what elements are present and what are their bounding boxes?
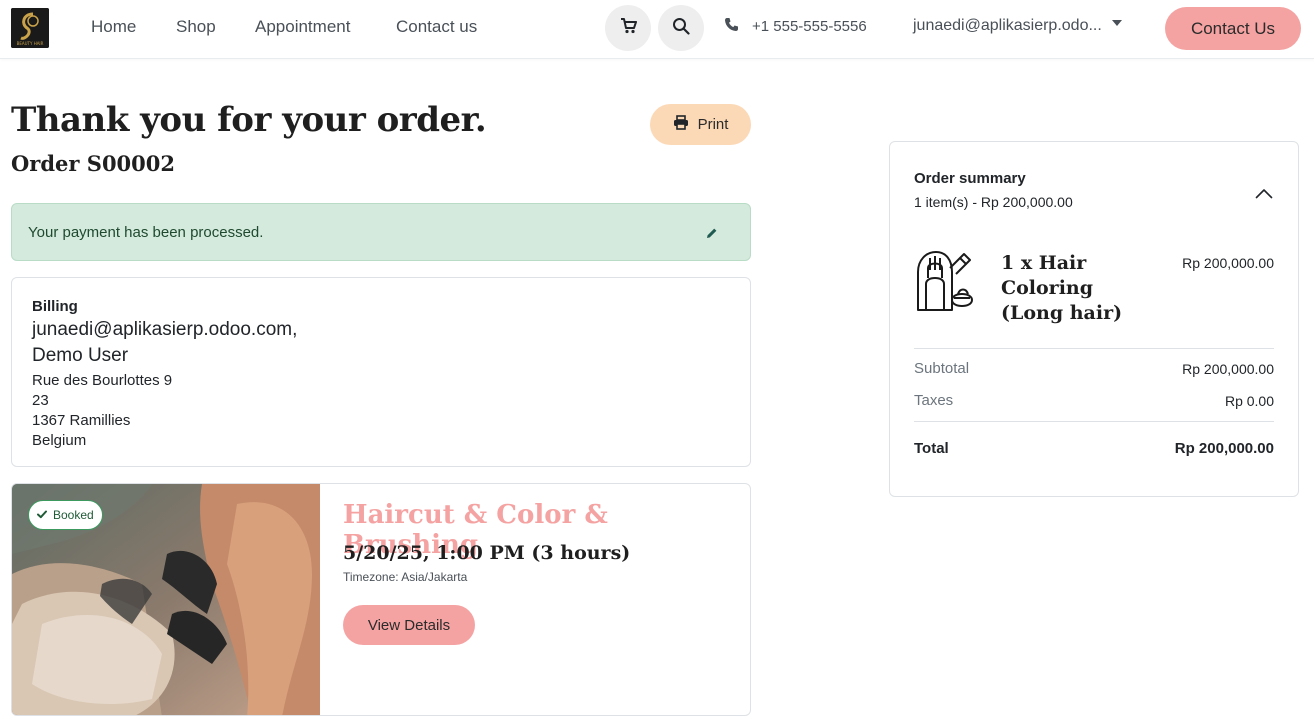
hair-coloring-icon: [914, 250, 978, 319]
subtotal-value: Rp 200,000.00: [1182, 361, 1274, 377]
printer-icon: [673, 115, 689, 134]
appointment-timezone: Timezone: Asia/Jakarta: [343, 570, 468, 584]
phone-link[interactable]: +1 555-555-5556: [724, 17, 867, 36]
billing-city: 1367 Ramillies: [32, 412, 131, 429]
taxes-label: Taxes: [914, 392, 954, 409]
user-dropdown[interactable]: junaedi@aplikasierp.odo...: [913, 17, 1122, 35]
page-title: Thank you for your order.: [11, 100, 487, 140]
summary-heading: Order summary: [914, 170, 1026, 187]
nav-shop[interactable]: Shop: [176, 17, 216, 37]
print-button[interactable]: Print: [650, 104, 751, 145]
total-label: Total: [914, 440, 949, 457]
view-details-button[interactable]: View Details: [343, 605, 475, 645]
order-number: Order S00002: [11, 151, 176, 176]
brand-logo[interactable]: BEAUTY HAIR: [11, 8, 49, 48]
chevron-down-icon: [1111, 20, 1122, 26]
booked-badge: Booked: [28, 500, 103, 530]
billing-heading: Billing: [32, 298, 78, 315]
svg-text:BEAUTY HAIR: BEAUTY HAIR: [17, 41, 44, 46]
taxes-value: Rp 0.00: [1224, 393, 1274, 409]
chevron-up-icon[interactable]: [1255, 186, 1273, 204]
booking-card: Booked Haircut & Color & Brushing 5/20/2…: [11, 483, 751, 716]
payment-alert: Your payment has been processed.: [11, 203, 751, 261]
top-navbar: BEAUTY HAIR Home Shop Appointment Contac…: [0, 0, 1314, 59]
cart-icon: [620, 17, 637, 39]
search-button[interactable]: [658, 5, 704, 51]
billing-card: Billing junaedi@aplikasierp.odoo.com, De…: [11, 277, 751, 467]
order-summary-card: Order summary 1 item(s) - Rp 200,000.00 …: [889, 141, 1299, 497]
contact-us-button[interactable]: Contact Us: [1165, 7, 1301, 50]
booking-photo: Booked: [12, 484, 320, 715]
nav-appointment[interactable]: Appointment: [255, 17, 350, 37]
cart-button[interactable]: [605, 5, 651, 51]
billing-name: Demo User: [32, 345, 129, 366]
phone-number: +1 555-555-5556: [752, 18, 867, 35]
summary-divider: [914, 348, 1274, 349]
billing-street: Rue des Bourlottes 9: [32, 372, 173, 389]
summary-divider: [914, 421, 1274, 422]
nav-home[interactable]: Home: [91, 17, 136, 37]
pencil-icon[interactable]: [706, 226, 718, 244]
item-price: Rp 200,000.00: [1182, 255, 1274, 271]
search-icon: [672, 17, 690, 40]
user-email: junaedi@aplikasierp.odo...: [913, 17, 1102, 34]
check-icon: [37, 508, 47, 522]
billing-email: junaedi@aplikasierp.odoo.com,: [32, 319, 298, 340]
alert-message: Your payment has been processed.: [28, 224, 264, 241]
billing-country: Belgium: [32, 432, 87, 449]
print-label: Print: [697, 116, 729, 133]
appointment-datetime: 5/20/25, 1:00 PM (3 hours): [343, 542, 631, 564]
booked-label: Booked: [53, 508, 94, 522]
subtotal-label: Subtotal: [914, 360, 970, 377]
billing-street2: 23: [32, 392, 49, 409]
phone-icon: [724, 17, 739, 36]
total-value: Rp 200,000.00: [1174, 440, 1274, 457]
summary-items-line: 1 item(s) - Rp 200,000.00: [914, 194, 1073, 210]
nav-contact-us[interactable]: Contact us: [396, 17, 477, 37]
